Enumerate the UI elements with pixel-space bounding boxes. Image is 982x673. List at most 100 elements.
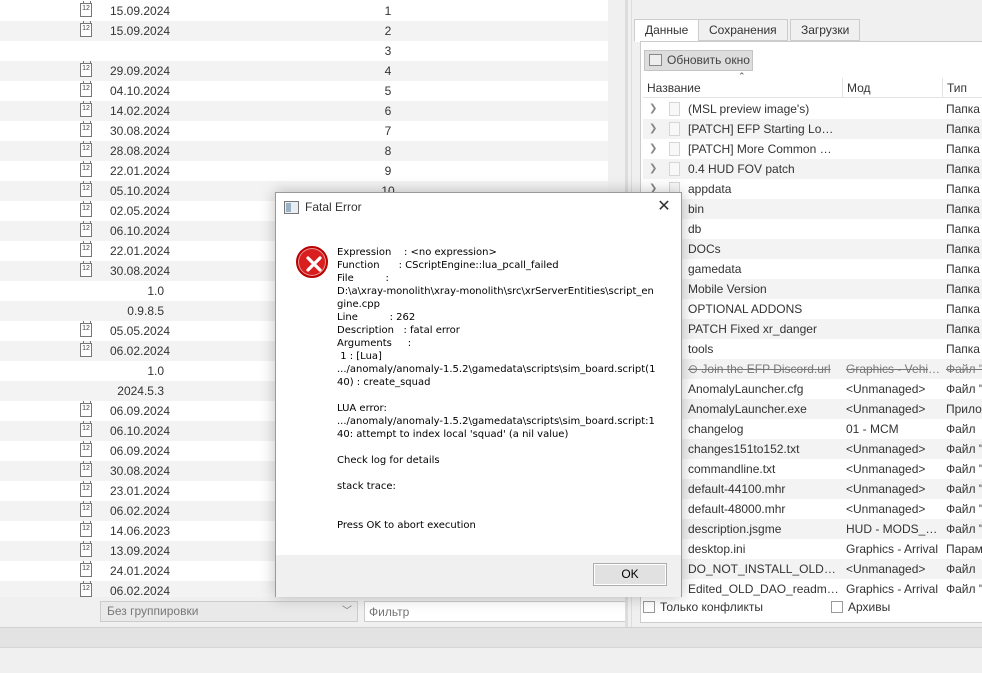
column-header-type[interactable]: Тип xyxy=(943,78,982,98)
data-table-row[interactable]: DO_NOT_INSTALL_OLD_ADDONS <Unmanaged> Файл xyxy=(643,559,982,579)
entry-name: gamedata xyxy=(688,262,742,276)
entry-type: Папка xyxy=(946,242,980,256)
mod-version: 1.0 xyxy=(147,284,164,298)
installed-date: 06.10.2024 xyxy=(110,224,171,238)
mod-list-row[interactable]: 12 15.09.2024 1 xyxy=(0,1,608,21)
mod-list-row[interactable]: 12 04.10.2024 5 xyxy=(0,81,608,101)
entry-type: Папка xyxy=(946,302,980,316)
calendar-icon: 12 xyxy=(80,221,92,237)
entry-type: Файл " xyxy=(946,582,982,596)
entry-name: [PATCH] More Common Repair Kits xyxy=(688,142,840,156)
calendar-icon: 12 xyxy=(80,101,92,117)
column-header-name[interactable]: Название xyxy=(643,78,843,98)
entry-name: tools xyxy=(688,342,714,356)
data-table-row[interactable]: description.jsgme HUD - MODS_Addons Файл " xyxy=(643,519,982,539)
entry-type: Папка xyxy=(946,282,980,296)
grouping-select[interactable]: Без группировки ﹀ xyxy=(100,601,358,622)
mod-list-row[interactable]: 3 xyxy=(0,41,608,61)
data-table-row[interactable]: ❯binПапка xyxy=(643,199,982,219)
data-table-row[interactable]: ⊖ Join the EFP Discord.url Graphics - Veh… xyxy=(643,359,982,379)
refresh-icon xyxy=(649,54,662,66)
entry-name: commandline.txt xyxy=(688,462,776,476)
expand-chevron-icon[interactable]: ❯ xyxy=(649,119,657,139)
data-table-row[interactable]: ❯dbПапка xyxy=(643,219,982,239)
mod-list-row[interactable]: 12 29.09.2024 4 xyxy=(0,61,608,81)
calendar-icon: 12 xyxy=(80,161,92,177)
installed-date: 22.01.2024 xyxy=(110,244,171,258)
data-table-row[interactable]: ❯ (MSL preview image's) Папка xyxy=(643,99,982,119)
entry-name: (MSL preview image's) xyxy=(688,102,810,116)
data-table-row[interactable]: ❯Mobile VersionПапка xyxy=(643,279,982,299)
data-table-row[interactable]: ❯gamedataПапка xyxy=(643,259,982,279)
priority-number: 8 xyxy=(384,144,392,158)
mod-list-row[interactable]: 12 15.09.2024 2 xyxy=(0,21,608,41)
data-table-header: Название Мод Тип xyxy=(643,78,982,98)
data-table-row[interactable]: default-48000.mhr <Unmanaged> Файл " xyxy=(643,499,982,519)
data-table-row[interactable]: ❯ [PATCH] More Common Repair Kits Папка xyxy=(643,139,982,159)
only-conflicts-label: Только конфликты xyxy=(660,600,763,614)
calendar-icon: 12 xyxy=(80,1,92,17)
entry-mod: <Unmanaged> xyxy=(846,462,926,476)
data-table-row[interactable]: Edited_OLD_DAO_readme.txt Graphics - Arri… xyxy=(643,579,982,596)
entry-name: [PATCH] EFP Starting Loadouts xyxy=(688,122,840,136)
installed-date: 15.09.2024 xyxy=(110,24,171,38)
column-header-mod[interactable]: Мод xyxy=(843,78,943,98)
data-table-row[interactable]: changelog 01 - MCM Файл xyxy=(643,419,982,439)
entry-name: AnomalyLauncher.exe xyxy=(688,402,807,416)
installed-date: 06.09.2024 xyxy=(110,404,171,418)
dialog-titlebar[interactable]: Fatal Error ✕ xyxy=(276,193,681,223)
mod-list-row[interactable]: 12 30.08.2024 7 xyxy=(0,121,608,141)
data-table-row[interactable]: changes151to152.txt <Unmanaged> Файл " xyxy=(643,439,982,459)
bottom-panel xyxy=(0,647,982,673)
data-table-row[interactable]: commandline.txt <Unmanaged> Файл " xyxy=(643,459,982,479)
entry-mod: Graphics - Arrival xyxy=(846,582,939,596)
installed-date: 22.01.2024 xyxy=(110,164,171,178)
archives-checkbox[interactable] xyxy=(831,601,843,613)
data-table-row[interactable]: default-44100.mhr <Unmanaged> Файл " xyxy=(643,479,982,499)
mod-list-row[interactable]: 12 28.08.2024 8 xyxy=(0,141,608,161)
data-table-row[interactable]: ❯PATCH Fixed xr_dangerПапка xyxy=(643,319,982,339)
expand-chevron-icon[interactable]: ❯ xyxy=(649,139,657,159)
data-table-row[interactable]: ❯OPTIONAL ADDONSПапка xyxy=(643,299,982,319)
mod-list-row[interactable]: 12 14.02.2024 6 xyxy=(0,101,608,121)
data-table-row[interactable]: AnomalyLauncher.exe <Unmanaged> Прилож xyxy=(643,399,982,419)
only-conflicts-checkbox[interactable] xyxy=(643,601,655,613)
entry-type: Файл " xyxy=(946,382,982,396)
entry-type: Файл " xyxy=(946,442,982,456)
tab-data[interactable]: Данные xyxy=(634,19,700,42)
priority-number: 1 xyxy=(384,4,392,18)
data-table-row[interactable]: AnomalyLauncher.cfg <Unmanaged> Файл " xyxy=(643,379,982,399)
refresh-label: Обновить окно xyxy=(667,53,750,67)
ok-button[interactable]: OK xyxy=(593,563,667,586)
expand-chevron-icon[interactable]: ❯ xyxy=(649,99,657,119)
data-table-row[interactable]: ❯ 0.4 HUD FOV patch Папка xyxy=(643,159,982,179)
data-table-row[interactable]: desktop.ini Graphics - Arrival Парам xyxy=(643,539,982,559)
expand-chevron-icon[interactable]: ❯ xyxy=(649,159,657,179)
data-table-row[interactable]: ❯ [PATCH] EFP Starting Loadouts Папка xyxy=(643,119,982,139)
error-icon xyxy=(296,246,328,278)
folder-icon xyxy=(669,102,680,116)
tab-downloads[interactable]: Загрузки xyxy=(790,19,861,41)
calendar-icon: 12 xyxy=(80,21,92,37)
entry-name: bin xyxy=(688,202,705,216)
filter-input[interactable] xyxy=(364,601,626,622)
data-table-row[interactable]: ❯toolsПапка xyxy=(643,339,982,359)
entry-name: Edited_OLD_DAO_readme.txt xyxy=(688,582,840,596)
installed-date: 30.08.2024 xyxy=(110,264,171,278)
mod-list-row[interactable]: 12 22.01.2024 9 xyxy=(0,161,608,181)
installed-date: 06.02.2024 xyxy=(110,344,171,358)
data-table-row[interactable]: ❯ appdata Папка xyxy=(643,179,982,199)
status-bar xyxy=(0,627,982,647)
installed-date: 14.06.2023 xyxy=(110,524,171,538)
installed-date: 02.05.2024 xyxy=(110,204,171,218)
close-icon[interactable]: ✕ xyxy=(653,196,675,218)
refresh-button[interactable]: Обновить окно xyxy=(644,50,753,71)
mod-version: 1.0 xyxy=(147,364,164,378)
calendar-icon: 12 xyxy=(80,321,92,337)
entry-type: Папка xyxy=(946,322,980,336)
calendar-icon: 12 xyxy=(80,241,92,257)
priority-number: 2 xyxy=(384,24,392,38)
folder-icon xyxy=(669,122,680,136)
tab-saves[interactable]: Сохранения xyxy=(698,19,788,41)
data-table-row[interactable]: ❯DOCsПапка xyxy=(643,239,982,259)
